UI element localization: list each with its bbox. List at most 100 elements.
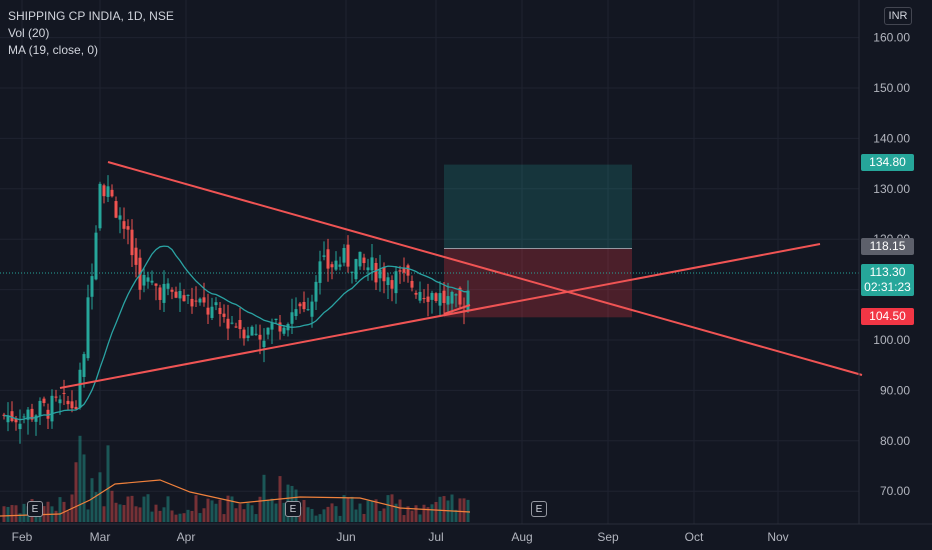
candle-body [118,215,122,220]
volume-bar [342,495,346,522]
volume-bar [330,503,334,522]
volume-bar [442,496,446,522]
volume-bar [22,503,26,522]
bar-countdown: 02:31:23 [864,280,911,294]
symbol-label[interactable]: SHIPPING CP INDIA, 1D, NSE [8,8,174,25]
volume-bar [98,472,102,522]
volume-bar [358,503,362,522]
candle-body [234,326,238,328]
candle-body [294,309,298,317]
candle-body [406,265,410,276]
candle-body [374,262,378,283]
ma-indicator-label[interactable]: MA (19, close, 0) [8,42,174,59]
volume-bar [326,506,330,522]
volume-bar [170,510,174,522]
chart-legend: SHIPPING CP INDIA, 1D, NSE Vol (20) MA (… [8,8,174,59]
y-tick-label: 150.00 [873,81,910,95]
candle-body [18,423,22,430]
x-tick-label: Mar [90,530,111,544]
volume-bar [162,507,166,522]
candle-body [442,290,446,303]
candle-body [434,293,438,301]
volume-bar [390,494,394,522]
volume-bar [194,495,198,522]
candle-body [290,312,294,324]
volume-bar [250,505,254,522]
candle-body [382,266,386,282]
candle-body [182,295,186,302]
last-price-value: 113.30 [869,265,906,279]
volume-bar [202,508,206,522]
volume-bar [318,514,322,522]
candle-body [274,318,278,320]
volume-bar [410,510,414,522]
candle-body [262,340,266,348]
volume-bar [338,515,342,522]
candle-body [358,251,362,267]
earnings-event-marker[interactable]: E [27,501,43,517]
volume-indicator-label[interactable]: Vol (20) [8,25,174,42]
x-tick-label: Jun [336,530,355,544]
volume-bar [234,508,238,522]
candle-body [246,335,250,339]
volume-bar [310,508,314,522]
volume-bar [218,499,222,522]
x-tick-label: Jul [428,530,443,544]
candle-body [58,399,62,404]
candle-body [10,411,14,422]
candle-body [170,289,174,292]
volume-bar [450,494,454,522]
candle-body [258,334,262,340]
candle-body [378,269,382,279]
candle-body [70,401,74,409]
volume-bar [130,495,134,522]
candle-body [426,296,430,302]
earnings-event-marker[interactable]: E [531,501,547,517]
volume-bar [254,514,258,522]
candle-body [134,247,138,265]
volume-bar [366,500,370,522]
volume-bar [302,499,306,522]
candle-body [206,307,210,315]
candle-body [198,298,202,303]
candle-body [126,226,130,230]
volume-bar [422,504,426,522]
candle-body [106,186,110,197]
currency-badge[interactable]: INR [884,7,912,25]
candle-body [186,294,190,296]
candle-body [114,201,118,218]
volume-bar [178,513,182,522]
earnings-event-marker[interactable]: E [285,501,301,517]
y-tick-label: 90.00 [880,383,910,397]
volume-bar [10,505,14,522]
candle-body [210,306,214,318]
candle-body [218,307,222,315]
volume-bar [90,478,94,522]
volume-bar [346,497,350,522]
profit-zone [444,164,632,249]
candle-body [34,415,38,422]
candle-body [318,261,322,283]
candle-body [330,264,334,268]
volume-bar [458,498,462,522]
volume-bar [66,511,70,522]
candle-body [278,322,282,332]
y-tick-label: 140.00 [873,131,910,145]
y-tick-label: 80.00 [880,434,910,448]
volume-bar [362,513,366,522]
candle-body [82,354,86,377]
volume-bar [430,504,434,522]
volume-bar [434,501,438,522]
volume-bar [166,496,170,522]
candle-body [422,298,426,300]
volume-bar [114,502,118,522]
candle-body [242,329,246,339]
trendline [59,243,821,389]
candle-body [142,274,146,286]
candle-body [238,320,242,330]
volume-bar [350,496,354,522]
volume-bar [322,509,326,522]
price-chart[interactable]: 70.0080.0090.00100.00110.00120.00130.001… [0,0,932,550]
candle-body [78,369,82,408]
volume-bar [314,515,318,522]
